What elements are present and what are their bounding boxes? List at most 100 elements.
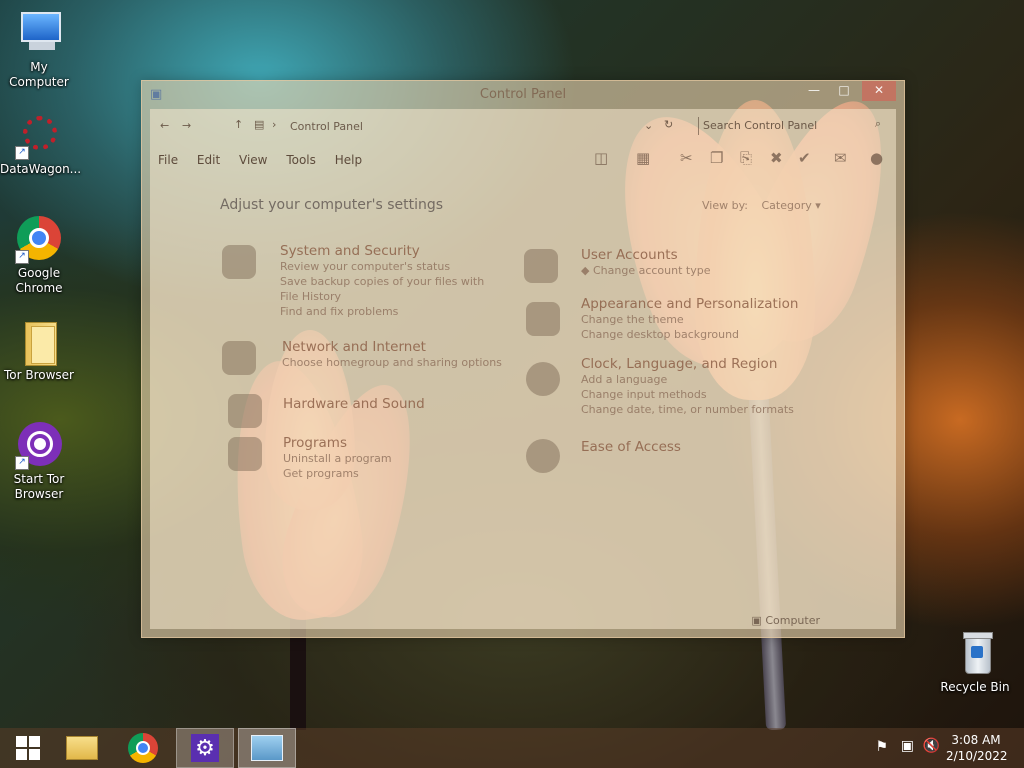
network-icon [222, 341, 256, 375]
volume-muted-icon[interactable]: 🔇 [923, 738, 940, 754]
tor-icon: ↗ [15, 422, 63, 470]
desktop-icon-label: My Computer [9, 60, 69, 89]
up-icon[interactable]: ↑ [234, 118, 243, 131]
taskbar-control-panel[interactable] [238, 728, 296, 768]
category-link[interactable]: ◆ Change account type [581, 263, 874, 278]
category-link[interactable]: Change input methods [581, 387, 874, 402]
category-link[interactable]: Find and fix problems [280, 304, 502, 319]
breadcrumb[interactable]: Control Panel [290, 120, 363, 133]
globe-icon[interactable]: ● [870, 149, 883, 167]
properties-icon[interactable]: ▦ [636, 149, 650, 167]
taskbar-settings[interactable]: ⚙ [176, 728, 234, 768]
delete-icon[interactable]: ✖ [770, 149, 783, 167]
desktop-icon-datawagon[interactable]: ↗ DataWagon... [0, 112, 82, 177]
address-bar-row: ← → ↑ ▤ › Control Panel ⌄ ↻ Search Contr… [150, 115, 896, 139]
desktop-icon-google-chrome[interactable]: ↗ Google Chrome [0, 216, 78, 296]
layout-pane-icon[interactable]: ◫ [594, 149, 608, 167]
recycle-bin-icon [951, 630, 999, 678]
shortcut-arrow-icon: ↗ [15, 146, 29, 160]
menu-file[interactable]: File [158, 153, 178, 167]
programs-icon [228, 437, 262, 471]
control-panel-window[interactable]: ▣ Control Panel — □ ✕ ← → ↑ ▤ › Control … [141, 80, 905, 638]
status-text: Computer [765, 614, 820, 627]
windows-logo-icon [16, 736, 40, 760]
email-icon[interactable]: ✉ [834, 149, 847, 167]
back-icon[interactable]: ← [160, 119, 169, 132]
category-title[interactable]: Hardware and Sound [283, 396, 502, 412]
clock-time: 3:08 AM [951, 733, 1001, 747]
dropdown-chevron-icon[interactable]: ⌄ [644, 119, 653, 132]
menu-view[interactable]: View [239, 153, 267, 167]
category-title[interactable]: Network and Internet [282, 339, 502, 355]
search-placeholder: Search Control Panel [703, 119, 818, 132]
maximize-button[interactable]: □ [828, 81, 860, 101]
category-title[interactable]: User Accounts [581, 247, 874, 263]
category-link-text: Change account type [592, 264, 711, 277]
start-button[interactable] [0, 728, 56, 768]
shield-icon [222, 245, 256, 279]
category-link[interactable]: Change date, time, or number formats [581, 402, 874, 417]
chevron-down-icon: ▾ [815, 199, 821, 212]
ease-of-access-icon [526, 439, 560, 473]
menu-bar: File Edit View Tools Help [158, 153, 377, 167]
category-link[interactable]: Choose homegroup and sharing options [282, 355, 502, 370]
desktop-icon-recycle-bin[interactable]: Recycle Bin [936, 630, 1014, 695]
chrome-icon [128, 733, 158, 763]
checkmark-icon[interactable]: ✔ [798, 149, 811, 167]
category-title[interactable]: Programs [283, 435, 502, 451]
control-panel-app-icon: ▣ [150, 87, 163, 102]
view-by[interactable]: View by: Category ▾ [702, 199, 821, 212]
view-by-select[interactable]: Category [762, 199, 812, 212]
category-appearance: Appearance and Personalization Change th… [524, 296, 874, 342]
category-ease-of-access: Ease of Access [524, 439, 874, 473]
menu-tools[interactable]: Tools [286, 153, 316, 167]
search-input[interactable]: Search Control Panel ⌕ [698, 117, 885, 135]
forward-icon[interactable]: → [182, 119, 191, 132]
folder-icon [15, 318, 63, 366]
desktop-icon-label: Recycle Bin [940, 680, 1010, 694]
category-link[interactable]: Save backup copies of your files with Fi… [280, 274, 502, 304]
category-link[interactable]: Change the theme [581, 312, 874, 327]
refresh-icon[interactable]: ↻ [664, 118, 673, 131]
title-bar[interactable]: ▣ Control Panel — □ ✕ [142, 81, 904, 109]
clock-date: 2/10/2022 [946, 749, 1008, 763]
category-link[interactable]: Add a language [581, 372, 874, 387]
category-link[interactable]: Get programs [283, 466, 502, 481]
desktop-icon-label: DataWagon... [0, 162, 82, 176]
category-link[interactable]: Change desktop background [581, 327, 874, 342]
cut-icon[interactable]: ✂ [680, 149, 693, 167]
copy-icon[interactable]: ❐ [710, 149, 723, 167]
category-link[interactable]: Uninstall a program [283, 451, 502, 466]
taskbar-chrome[interactable] [115, 728, 171, 768]
category-clock-language: Clock, Language, and Region Add a langua… [524, 356, 874, 417]
close-button[interactable]: ✕ [862, 81, 896, 101]
action-center-flag-icon[interactable]: ⚑ [875, 739, 888, 755]
category-user-accounts: User Accounts ◆ Change account type [524, 247, 874, 283]
breadcrumb-chevron-icon: › [272, 118, 277, 131]
datawagon-icon: ↗ [15, 112, 63, 160]
network-icon[interactable]: ▣ [901, 738, 914, 754]
category-title[interactable]: Clock, Language, and Region [581, 356, 874, 372]
window-title: Control Panel [479, 87, 567, 102]
desktop-icon-label: Start Tor Browser [13, 472, 65, 501]
category-network-internet: Network and Internet Choose homegroup an… [222, 339, 502, 375]
window-content: ← → ↑ ▤ › Control Panel ⌄ ↻ Search Contr… [150, 109, 896, 629]
menu-help[interactable]: Help [335, 153, 362, 167]
minimize-button[interactable]: — [798, 81, 830, 101]
computer-icon [15, 10, 63, 58]
control-panel-icon [251, 735, 283, 761]
category-title[interactable]: System and Security [280, 243, 502, 259]
category-title[interactable]: Appearance and Personalization [581, 296, 874, 312]
desktop-icon-tor-browser[interactable]: Tor Browser [0, 318, 78, 383]
taskbar-file-explorer[interactable] [54, 728, 110, 768]
category-title[interactable]: Ease of Access [581, 439, 874, 455]
taskbar: ⚙ ⚑ ▣ 🔇 3:08 AM 2/10/2022 [0, 728, 1024, 768]
printer-icon [228, 394, 262, 428]
desktop-icon-start-tor-browser[interactable]: ↗ Start Tor Browser [0, 422, 78, 502]
menu-edit[interactable]: Edit [197, 153, 220, 167]
desktop-icon-my-computer[interactable]: My Computer [0, 10, 78, 90]
paste-icon[interactable]: ⎘ [740, 149, 752, 167]
clock[interactable]: 3:08 AM 2/10/2022 [946, 732, 1008, 764]
category-link[interactable]: Review your computer's status [280, 259, 502, 274]
computer-icon: ▣ [751, 614, 762, 627]
